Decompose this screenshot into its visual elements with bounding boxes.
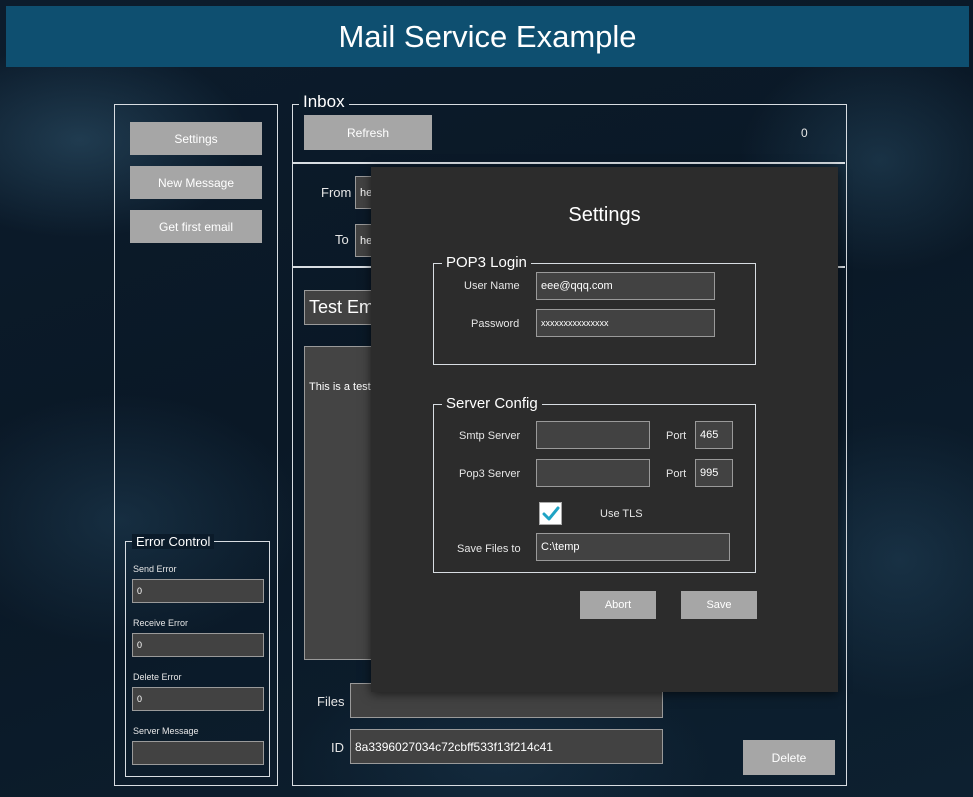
pop3-login-title: POP3 Login: [442, 254, 531, 271]
refresh-button[interactable]: Refresh: [304, 115, 432, 150]
inbox-count: 0: [801, 126, 808, 140]
settings-dialog: Settings POP3 Login User Name eee@qqq.co…: [371, 167, 838, 692]
server-message-field: [132, 741, 264, 765]
send-error-field: 0: [132, 579, 264, 603]
smtp-server-label: Smtp Server: [459, 430, 521, 442]
server-config-group: Server Config Smtp Server Port 465 Pop3 …: [433, 395, 756, 573]
app-title: Mail Service Example: [338, 18, 637, 54]
save-button[interactable]: Save: [681, 591, 757, 619]
id-label: ID: [331, 740, 344, 755]
password-label: Password: [471, 318, 520, 330]
abort-button[interactable]: Abort: [580, 591, 656, 619]
to-label: To: [335, 232, 349, 247]
username-label: User Name: [464, 280, 520, 292]
error-control-group: Error Control Send Error 0 Receive Error…: [125, 534, 270, 777]
receive-error-field: 0: [132, 633, 264, 657]
from-label: From: [321, 185, 352, 200]
settings-button[interactable]: Settings: [130, 122, 262, 155]
send-error-label: Send Error: [133, 564, 177, 574]
files-label: Files: [317, 694, 345, 709]
server-message-label: Server Message: [133, 726, 199, 736]
sidebar-panel: Settings New Message Get first email Err…: [114, 104, 278, 786]
receive-error-label: Receive Error: [133, 618, 189, 628]
pop3-login-group: POP3 Login User Name eee@qqq.com Passwor…: [433, 254, 756, 365]
checkmark-icon: [542, 506, 559, 520]
smtp-port-label: Port: [666, 430, 687, 442]
pop3-server-label: Pop3 Server: [459, 468, 521, 480]
smtp-server-field[interactable]: [536, 421, 650, 449]
message-body-text: This is a test: [309, 381, 371, 393]
use-tls-label: Use TLS: [600, 508, 643, 520]
use-tls-checkbox[interactable]: [539, 502, 562, 525]
smtp-port-field[interactable]: 465: [695, 421, 733, 449]
save-files-label: Save Files to: [457, 543, 521, 555]
username-field[interactable]: eee@qqq.com: [536, 272, 715, 300]
save-files-field[interactable]: C:\temp: [536, 533, 730, 561]
delete-button[interactable]: Delete: [743, 740, 835, 775]
pop3-port-field[interactable]: 995: [695, 459, 733, 487]
inbox-divider-top: [293, 162, 845, 164]
delete-error-field: 0: [132, 687, 264, 711]
server-config-title: Server Config: [442, 395, 542, 412]
new-message-button[interactable]: New Message: [130, 166, 262, 199]
pop3-port-label: Port: [666, 468, 687, 480]
settings-title: Settings: [568, 204, 641, 226]
get-first-email-button[interactable]: Get first email: [130, 210, 262, 243]
app-header: Mail Service Example: [6, 6, 969, 67]
pop3-server-field[interactable]: [536, 459, 650, 487]
id-field[interactable]: 8a3396027034c72cbff533f13f214c41: [350, 729, 663, 764]
password-field[interactable]: xxxxxxxxxxxxxxx: [536, 309, 715, 337]
delete-error-label: Delete Error: [133, 672, 182, 682]
error-control-title: Error Control: [132, 534, 215, 549]
inbox-title: Inbox: [299, 92, 349, 112]
